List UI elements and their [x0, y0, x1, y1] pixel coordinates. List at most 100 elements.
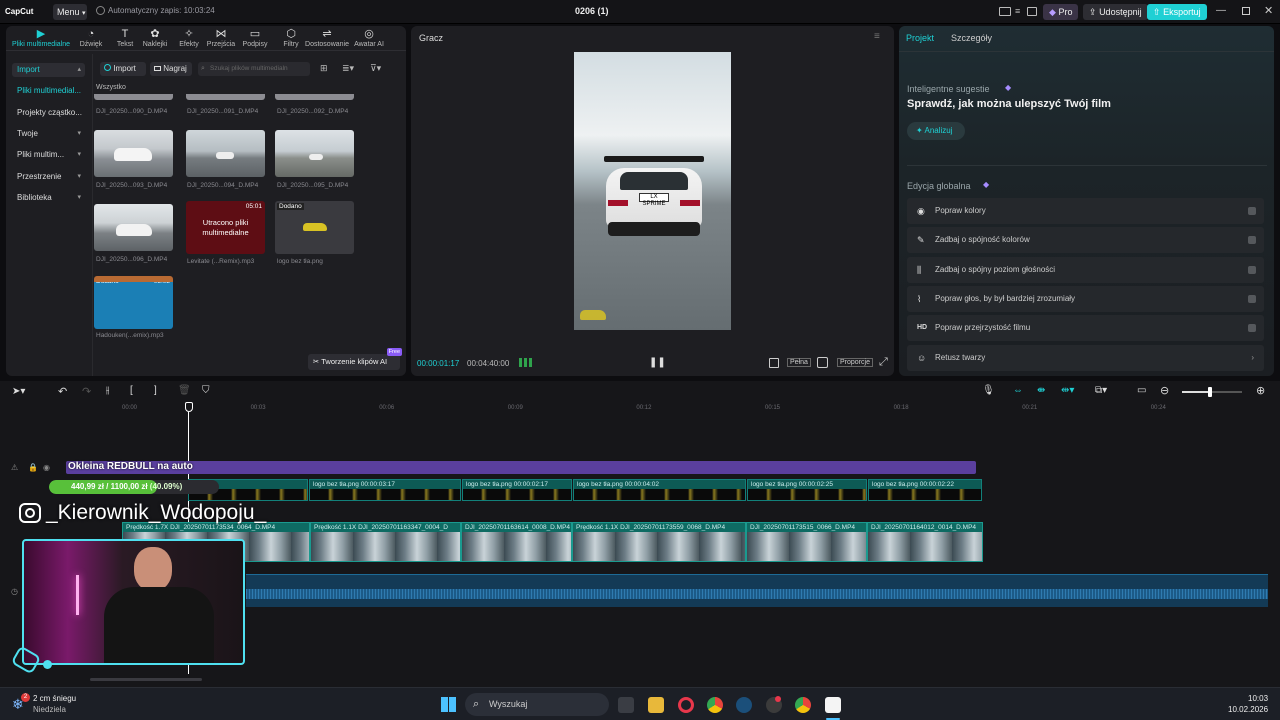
track-eye-icon[interactable]: ◉: [43, 463, 50, 472]
media-thumbnail[interactable]: Dodano: [275, 201, 354, 254]
menu-button[interactable]: Menu ▾: [53, 4, 87, 20]
filter-all-label[interactable]: Wszystko: [96, 84, 126, 91]
global-edit-row[interactable]: ⫼ Zadbaj o spójny poziom głośności: [907, 256, 1264, 283]
audio-thumbnail[interactable]: Dodano 05:02: [94, 276, 173, 329]
top-row-thumb[interactable]: [94, 94, 173, 100]
global-edit-row[interactable]: ☺ Retusz twarzy ›: [907, 344, 1264, 371]
file-explorer-icon[interactable]: [648, 697, 664, 713]
zoom-out-icon[interactable]: ⊖: [1160, 384, 1169, 397]
settings-icon[interactable]: [1027, 7, 1037, 16]
tab-project[interactable]: Projekt: [906, 33, 934, 43]
tab-captions[interactable]: ▭ Podpisy: [236, 28, 274, 48]
pro-button[interactable]: ◆ Pro: [1043, 4, 1079, 20]
video-clip[interactable]: Prędkość 1.1X DJI_20250701163347_0004_D: [310, 522, 461, 562]
snap-icon[interactable]: ⇼: [1037, 385, 1045, 396]
import-button[interactable]: Import: [100, 62, 146, 76]
redo-icon[interactable]: ↷: [82, 385, 91, 398]
media-thumbnail[interactable]: [94, 204, 173, 251]
global-edit-row[interactable]: HD Popraw przejrzystość filmu: [907, 315, 1264, 342]
microphone-icon[interactable]: 🎙: [982, 385, 995, 396]
track-lock-icon[interactable]: ⚠: [11, 463, 18, 472]
global-edit-row[interactable]: ◉ Popraw kolory: [907, 198, 1264, 224]
toggle-switch[interactable]: [1248, 207, 1256, 215]
tab-avatar[interactable]: ◎ Awatar AI: [350, 28, 388, 48]
record-button[interactable]: Nagraj: [150, 62, 192, 76]
text-clip[interactable]: [66, 461, 976, 474]
zoom-in-icon[interactable]: ⊕: [1256, 384, 1265, 397]
close-icon[interactable]: ✕: [1264, 4, 1273, 17]
sidebar-item[interactable]: Import ▴: [12, 63, 85, 77]
video-clip[interactable]: DJI_20250701164012_0014_D.MP4: [867, 522, 983, 562]
toggle-switch[interactable]: [1248, 294, 1256, 303]
link-icon[interactable]: ⇔: [1013, 385, 1023, 396]
task-view-icon[interactable]: [618, 697, 634, 713]
tab-adjust[interactable]: ⇌ Dostosowanie: [302, 28, 352, 48]
media-search-input[interactable]: ⌕ Szukaj plików multimedialn: [198, 62, 310, 76]
video-clip[interactable]: DJI_20250701163614_0008_D.MP4: [461, 522, 572, 562]
zoom-slider[interactable]: [1182, 387, 1242, 397]
project-title[interactable]: 0206 (1): [575, 6, 609, 16]
sticker-clip[interactable]: logo bez tła.png 00:00:02:25: [747, 479, 867, 501]
sort-icon[interactable]: ≣▾: [342, 63, 354, 74]
opera-icon[interactable]: [678, 697, 694, 713]
clock-time[interactable]: 10:03: [1248, 694, 1268, 703]
sticker-clip[interactable]: logo bez tła.png 00:00:02:22: [868, 479, 982, 501]
chrome-icon[interactable]: [707, 697, 723, 713]
playhead-handle[interactable]: [185, 402, 193, 412]
toggle-switch[interactable]: [1248, 324, 1256, 333]
media-thumbnail[interactable]: [275, 130, 354, 177]
grid-view-icon[interactable]: ⊞: [320, 63, 328, 74]
sticker-clip[interactable]: logo bez tła.png 00:00:04:02: [573, 479, 746, 501]
list-icon[interactable]: ≡: [1015, 6, 1020, 16]
player-menu-icon[interactable]: ≡: [874, 31, 880, 42]
track-lock-icon[interactable]: 🔒: [28, 463, 38, 472]
minimize-icon[interactable]: —: [1216, 5, 1226, 16]
missing-media-thumbnail[interactable]: 05:01 Utracono pliki multimedialne: [186, 201, 265, 254]
delete-icon[interactable]: 🗑: [178, 385, 191, 396]
trim-right-icon[interactable]: ]: [154, 385, 157, 396]
top-row-thumb[interactable]: [186, 94, 265, 100]
chrome-icon[interactable]: [795, 697, 811, 713]
filter-icon[interactable]: ⊽▾: [370, 63, 381, 74]
clock-date[interactable]: 10.02.2026: [1228, 705, 1268, 714]
shield-icon[interactable]: ⛉: [202, 385, 210, 396]
crop-icon[interactable]: [769, 358, 779, 368]
tab-transitions[interactable]: ⋈ Przejścia: [202, 28, 240, 48]
caption-icon[interactable]: ▭: [1137, 385, 1146, 396]
analyze-button[interactable]: ✦ Analizuj: [907, 122, 965, 140]
share-button[interactable]: ⇪ Udostępnij: [1083, 4, 1148, 20]
split-icon[interactable]: ⫲: [106, 385, 109, 396]
top-row-thumb[interactable]: [275, 94, 354, 100]
toggle-switch[interactable]: [1248, 236, 1256, 245]
full-quality-button[interactable]: Pełna: [787, 358, 811, 367]
undo-icon[interactable]: ↶: [58, 385, 67, 398]
pause-icon[interactable]: ❚❚: [649, 357, 666, 368]
audio-clip[interactable]: [246, 574, 1268, 607]
sidebar-item[interactable]: Biblioteka ▾: [12, 191, 85, 205]
sidebar-item[interactable]: Pliki multim... ▾: [12, 148, 85, 162]
tab-sticker[interactable]: ✿ Naklejki: [136, 28, 174, 48]
connect-icon[interactable]: ⇹▾: [1061, 385, 1074, 396]
steam-icon[interactable]: [736, 697, 752, 713]
sidebar-item[interactable]: Przestrzenie ▾: [12, 170, 85, 184]
zoom-slider-handle[interactable]: [1208, 387, 1212, 397]
taskbar-search-input[interactable]: ⌕ Wyszukaj: [465, 693, 609, 716]
trim-left-icon[interactable]: [: [130, 385, 133, 396]
ratio-button[interactable]: Proporcje: [837, 358, 873, 367]
video-clip[interactable]: DJI_20250701173515_0066_D.MP4: [746, 522, 867, 562]
video-preview[interactable]: LX SPRIME: [574, 52, 731, 330]
capcut-icon[interactable]: [825, 697, 841, 713]
tab-details[interactable]: Szczegóły: [951, 33, 992, 43]
fullscreen-icon[interactable]: ⤢: [879, 356, 888, 369]
video-clip[interactable]: Prędkość 1.1X DJI_20250701173559_0068_D.…: [572, 522, 746, 562]
tab-media[interactable]: ▶ Pliki multimedialne: [8, 28, 74, 48]
toggle-switch[interactable]: [1248, 265, 1256, 274]
tab-audio[interactable]: ◔ Dźwięk: [72, 28, 110, 48]
sticker-clip[interactable]: logo bez tła.png 00:00:03:17: [309, 479, 461, 501]
windows-start-icon[interactable]: [441, 697, 456, 712]
sidebar-item[interactable]: Projekty cząstko...: [12, 106, 85, 120]
global-edit-row[interactable]: ✎ Zadbaj o spójność kolorów: [907, 227, 1264, 254]
sticker-clip[interactable]: logo bez tła.png 00:00:02:17: [462, 479, 572, 501]
weather-text[interactable]: 2 cm śniegu: [33, 694, 76, 703]
fit-icon[interactable]: [817, 357, 828, 368]
